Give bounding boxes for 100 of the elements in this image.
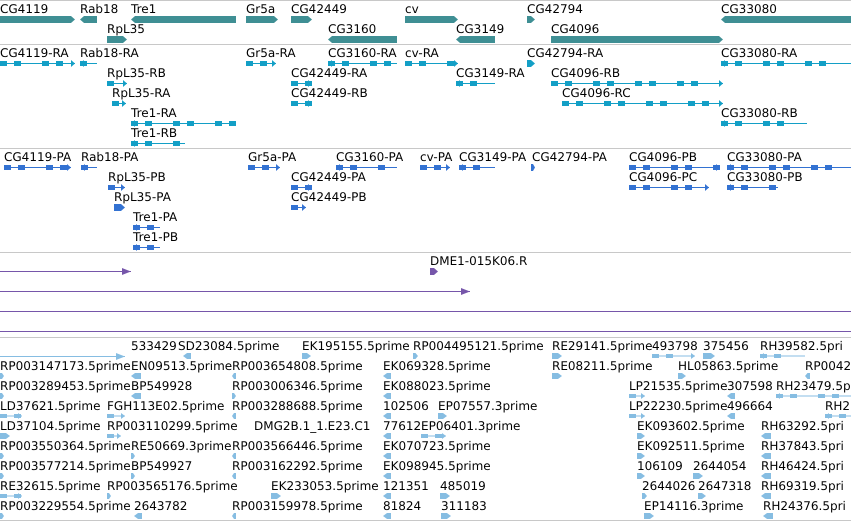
feature-label: RP003565176.5prime (107, 480, 238, 493)
feature-glyph (383, 473, 391, 479)
feature-glyph (383, 513, 391, 519)
feature-label: 375456 (703, 340, 749, 353)
feature-label: CG42794-PA (532, 151, 607, 164)
feature-glyph (629, 393, 645, 399)
feature-glyph (80, 16, 97, 23)
feature-label: CG42449-RA (291, 67, 368, 80)
feature-label: RE08211.5prime (552, 360, 652, 373)
feature-label: RP003289453.5prime (0, 380, 131, 393)
feature-label: EK098945.5prime (383, 460, 491, 473)
feature-label: Gr5a-RA (246, 47, 296, 60)
feature-label: RP003550364.5prime (0, 440, 131, 453)
feature-label: EP06401.3prime (421, 420, 520, 433)
feature-glyph (637, 453, 645, 459)
feature-label: EK233053.5prime (271, 480, 379, 493)
feature-glyph (131, 373, 141, 379)
feature-label: RpL35 (107, 23, 145, 36)
feature-label: cv-PA (420, 151, 452, 164)
feature-glyph (232, 453, 236, 459)
feature-label: RpL35-RA (112, 87, 170, 100)
feature-glyph (291, 16, 312, 23)
feature-label: RpL35-PA (114, 191, 171, 204)
feature-glyph (383, 393, 391, 399)
feature-label: RP003288688.5prime (232, 400, 363, 413)
feature-label: FGH113E02.5prime (107, 400, 224, 413)
feature-glyph (698, 493, 706, 499)
feature-glyph (459, 164, 495, 171)
feature-label: LP22230.5prime (629, 400, 728, 413)
feature-glyph (291, 184, 312, 191)
feature-glyph (703, 353, 715, 359)
feature-glyph (383, 493, 391, 499)
feature-label: EK088023.5prime (383, 380, 491, 393)
feature-glyph (131, 140, 185, 147)
feature-label: CG3160 (328, 23, 376, 36)
feature-label: 121351 (383, 480, 429, 493)
feature-label: 2644026 (642, 480, 696, 493)
feature-glyph (761, 493, 771, 499)
feature-label: EK195155.5prime (302, 340, 410, 353)
feature-label: RH63292.5pri (761, 420, 844, 433)
feature-glyph (761, 473, 771, 479)
feature-glyph (642, 493, 647, 499)
feature-label: 2647318 (698, 480, 752, 493)
feature-label: Tre1-RA (131, 107, 177, 120)
feature-label: CG4096-PB (629, 151, 698, 164)
feature-glyph (761, 433, 771, 439)
feature-glyph (131, 453, 135, 459)
feature-label: 485019 (440, 480, 486, 493)
feature-label: Tre1-RB (131, 127, 178, 140)
feature-label: CG3160-RA (328, 47, 397, 60)
feature-label: RP003577214.5prime (0, 460, 131, 473)
feature-glyph (761, 453, 771, 459)
feature-label: CG33080-PB (727, 171, 803, 184)
feature-label: CG3149-RA (456, 67, 525, 80)
feature-glyph (531, 164, 535, 171)
feature-glyph (246, 60, 276, 67)
feature-label: 533429 (131, 340, 177, 353)
feature-label: CG42449-RB (291, 87, 368, 100)
feature-label: Rab18 (80, 3, 118, 16)
feature-glyph (291, 100, 312, 107)
feature-label: Tre1-PA (133, 211, 178, 224)
feature-glyph (0, 493, 22, 499)
feature-label: CG42794 (527, 3, 583, 16)
feature-glyph (271, 493, 281, 499)
feature-glyph (421, 433, 446, 439)
feature-label: CG4096-RB (551, 67, 620, 80)
feature-glyph (0, 393, 4, 399)
feature-label: CG4096-PC (629, 171, 698, 184)
feature-glyph (131, 393, 141, 399)
feature-glyph (328, 36, 397, 43)
feature-label: EN09513.5prime (131, 360, 232, 373)
feature-label: CG42794-RA (527, 47, 604, 60)
feature-label: CG4096-RC (562, 87, 631, 100)
feature-label: RP003162292.5prime (232, 460, 363, 473)
feature-label: CG33080-RA (721, 47, 798, 60)
feature-glyph (134, 513, 142, 519)
feature-label: HL05863.5prime (678, 360, 778, 373)
feature-label: DMG2B.1_1.E23.C1 (254, 420, 370, 433)
feature-glyph (727, 413, 735, 419)
feature-glyph (0, 473, 4, 479)
feature-glyph (405, 16, 458, 23)
feature-label: RP003110299.5prime (107, 420, 238, 433)
feature-glyph (413, 353, 418, 359)
feature-glyph (763, 513, 773, 519)
feature-glyph (232, 373, 236, 379)
feature-label: SD23084.5prime (178, 340, 280, 353)
feature-label: Gr5a-PA (248, 151, 296, 164)
feature-label: RpL35-PB (108, 171, 166, 184)
feature-label: Rab18-PA (81, 151, 138, 164)
feature-label: 81824 (383, 500, 422, 513)
feature-label: 106109 (637, 460, 683, 473)
feature-glyph (4, 164, 71, 171)
feature-glyph (405, 60, 458, 67)
feature-label: RE29141.5prime (552, 340, 652, 353)
feature-label: LD37621.5prime (0, 400, 101, 413)
feature-glyph (0, 453, 4, 459)
feature-glyph (727, 393, 735, 399)
feature-label: BP549927 (131, 460, 192, 473)
feature-glyph (637, 433, 645, 439)
feature-glyph (527, 16, 535, 23)
